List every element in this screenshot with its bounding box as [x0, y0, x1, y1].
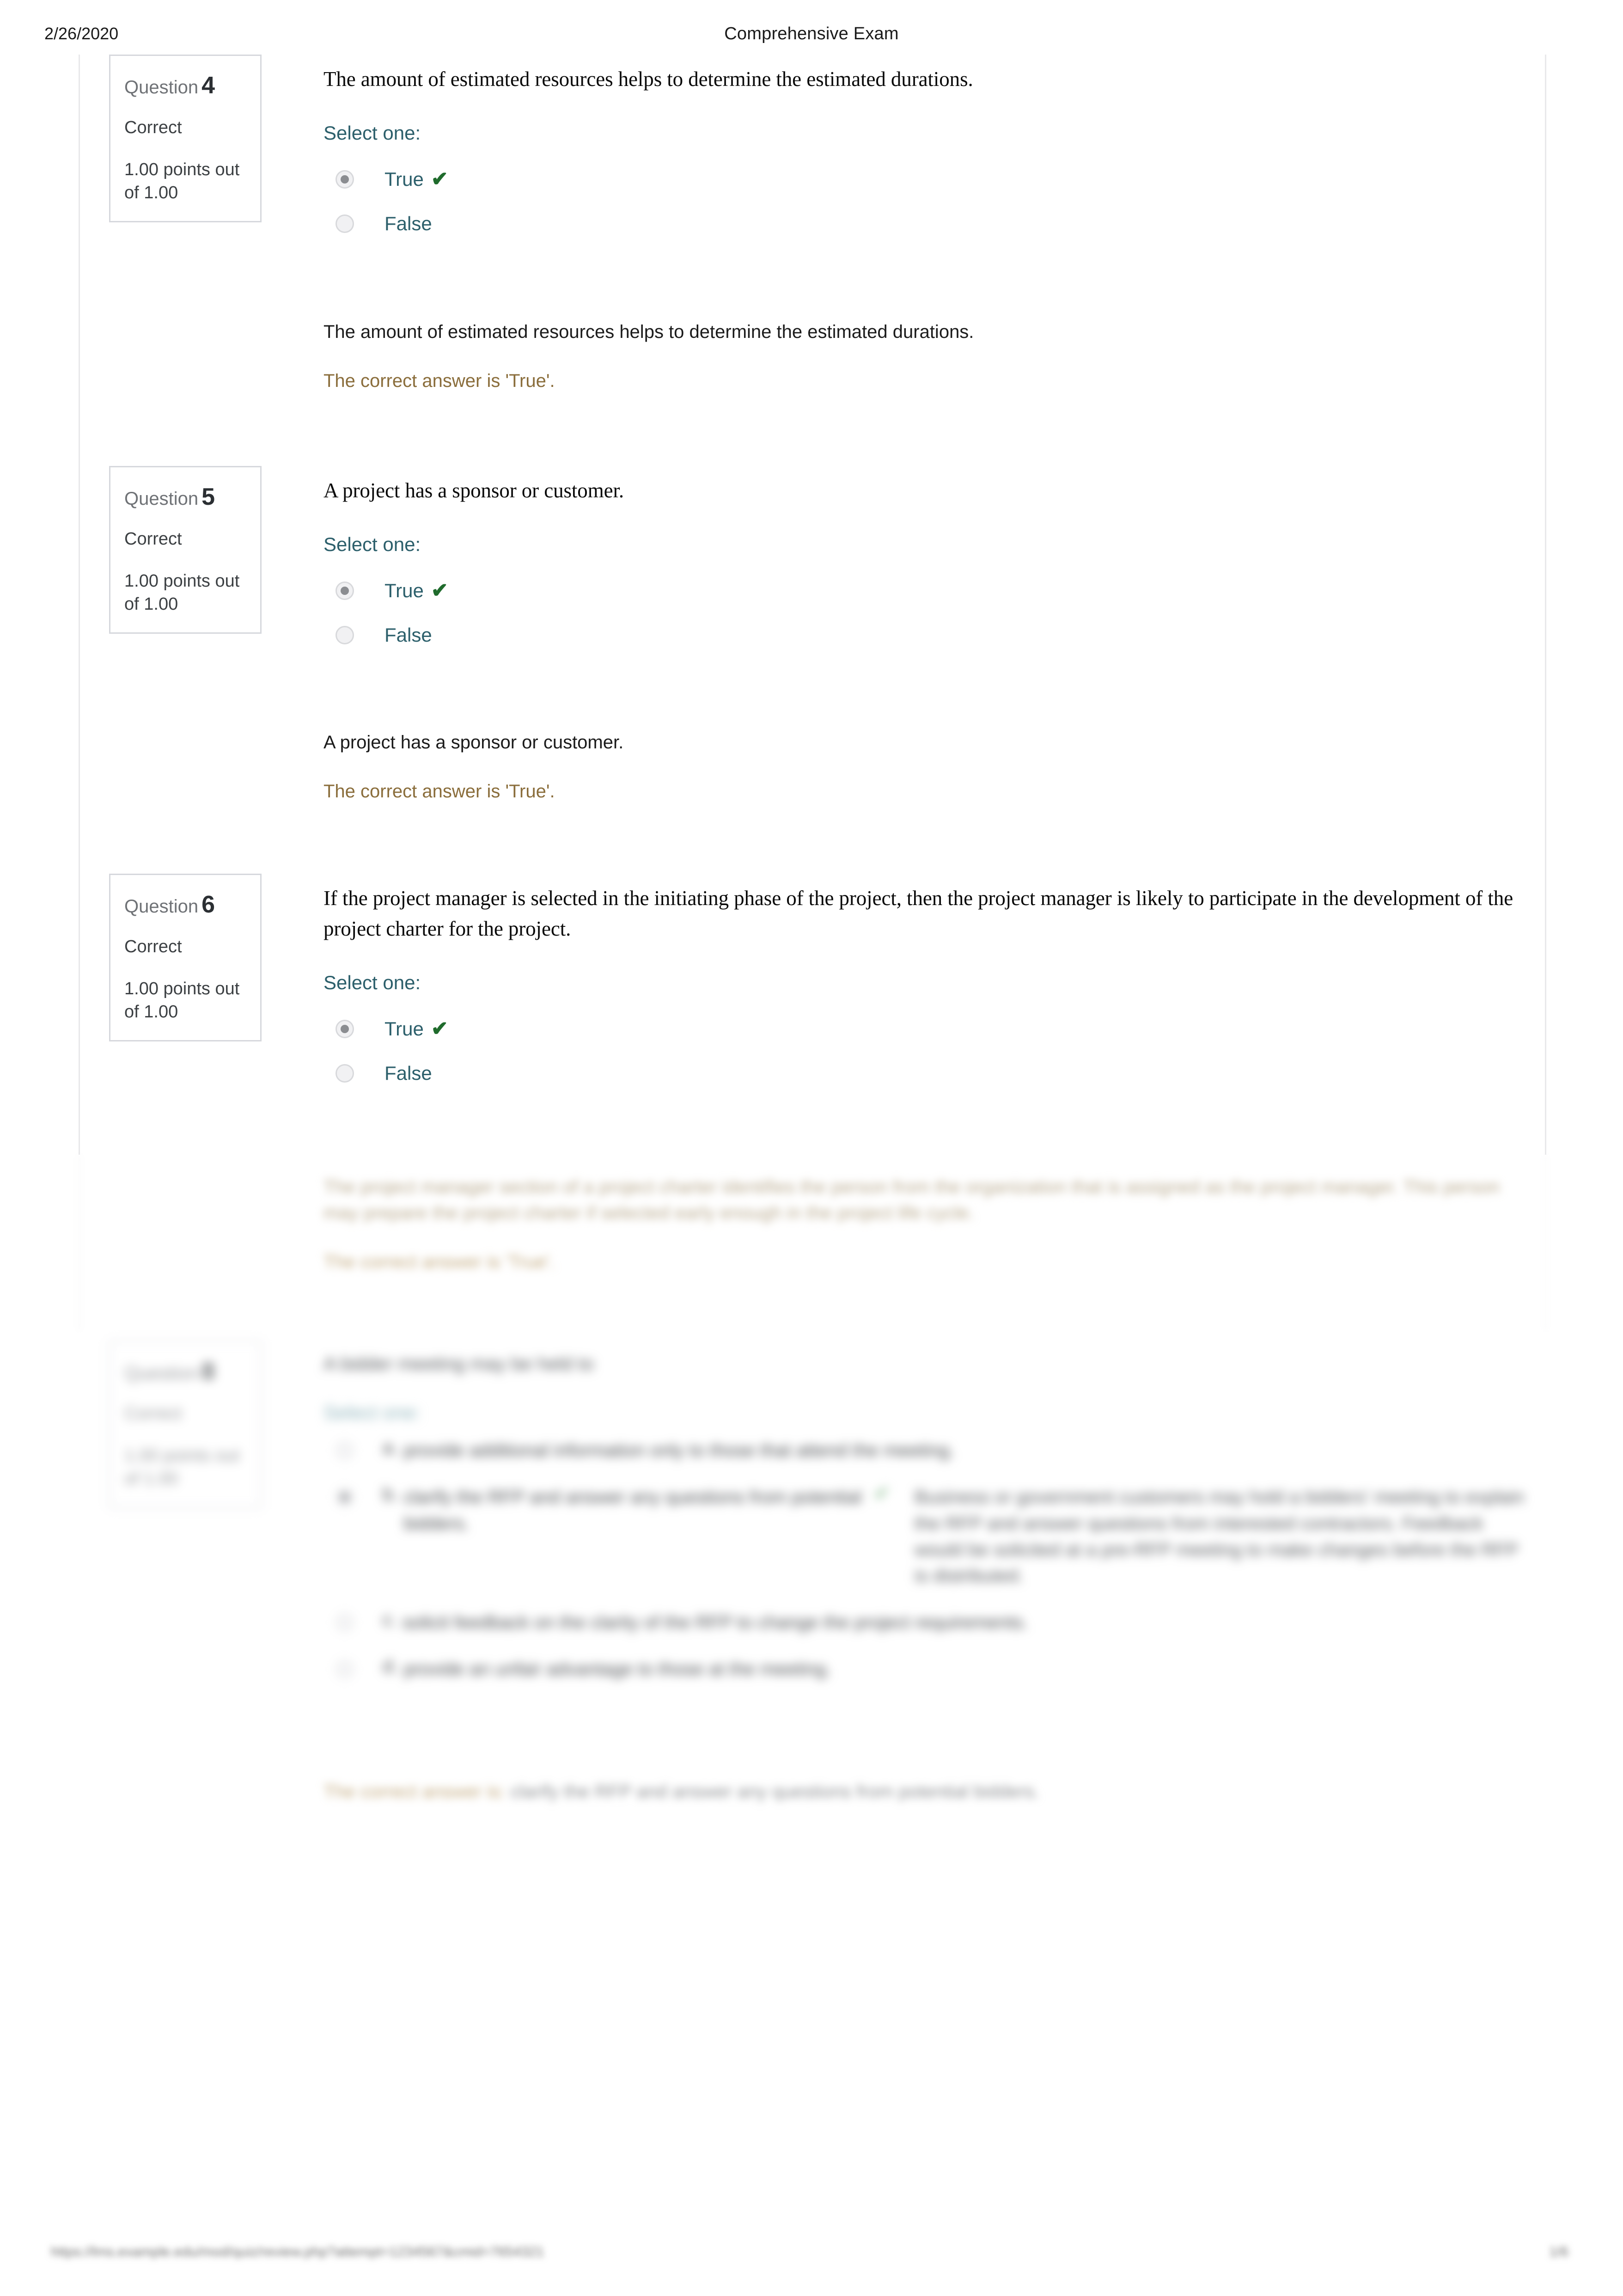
radio-button-false[interactable]: [336, 214, 354, 233]
question-feedback-5: A project has a sponsor or customer. The…: [0, 729, 1623, 804]
question-body: A project has a sponsor or customer. Sel…: [323, 475, 1516, 657]
question-number: Question 8: [124, 1359, 246, 1384]
print-footer: https://lms.example.edu/mod/quiz/review.…: [0, 2244, 1623, 2272]
question-number-label: Question: [124, 1363, 199, 1384]
correct-check-icon: ✔: [431, 168, 448, 191]
question-text: If the project manager is selected in th…: [323, 887, 1513, 941]
question-grade: 1.00 points out of 1.00: [124, 979, 240, 1022]
answer-options: a. provide additional information only t…: [323, 1438, 1524, 1683]
radio-button-option-d[interactable]: [336, 1660, 354, 1679]
question-text: A project has a sponsor or customer.: [323, 479, 624, 502]
radio-button-true[interactable]: [336, 170, 354, 189]
feedback-correct-answer: The correct answer is 'True'.: [323, 781, 555, 802]
question-state: Correct: [124, 118, 182, 137]
radio-button-true[interactable]: [336, 582, 354, 600]
question-grade: 1.00 points out of 1.00: [124, 571, 240, 614]
question-state: Correct: [124, 937, 182, 956]
answer-option-letter: a.: [383, 1438, 398, 1458]
radio-button-true[interactable]: [336, 1020, 354, 1039]
answer-option-label: True: [384, 168, 424, 190]
question-number: Question 6: [124, 893, 246, 917]
answer-options: True ✔ False: [323, 569, 1516, 657]
feedback-question-text: The project manager section of a project…: [323, 1177, 1500, 1223]
correct-check-icon: ✔: [874, 1483, 890, 1504]
radio-button-false[interactable]: [336, 626, 354, 645]
print-header: 2/26/2020 Comprehensive Exam: [0, 23, 1623, 44]
radio-button-option-c[interactable]: [336, 1613, 354, 1632]
answer-option-label: clarify the RFP and answer any questions…: [403, 1487, 862, 1534]
radio-button-option-a[interactable]: [336, 1441, 354, 1460]
answer-option-letter: b.: [383, 1484, 398, 1505]
question-number-value: 5: [201, 484, 215, 510]
feedback-correct-answer-body: clarify the RFP and answer any questions…: [510, 1782, 1039, 1802]
radio-button-option-b[interactable]: [336, 1488, 354, 1507]
feedback-correct-answer: The correct answer is 'True'.: [323, 1252, 555, 1272]
select-one-label: Select one:: [323, 972, 421, 994]
answer-option[interactable]: True ✔: [323, 157, 1516, 202]
question-info-panel: Question 4 Correct 1.00 points out of 1.0…: [109, 55, 262, 223]
question-feedback-blurred: The correct answer is: clarify the RFP a…: [0, 1779, 1623, 1805]
feedback-correct-answer: The correct answer is 'True'.: [323, 371, 555, 391]
answer-option-label: True: [384, 580, 424, 602]
answer-option-feedback: Business or government customers may hol…: [914, 1487, 1525, 1586]
print-date: 2/26/2020: [44, 24, 119, 43]
answer-option[interactable]: b. clarify the RFP and answer any questi…: [323, 1483, 1524, 1589]
print-title: Comprehensive Exam: [724, 24, 899, 43]
answer-option-label: provide an unfair advantage to those at …: [403, 1659, 831, 1680]
feedback-correct-answer: The correct answer is: clarify the RFP a…: [323, 1779, 1507, 1805]
question-feedback-4: The amount of estimated resources helps …: [0, 319, 1623, 394]
answer-option[interactable]: False: [323, 613, 1516, 657]
select-one-label: Select one:: [323, 122, 421, 144]
question-info-panel: Question 5 Correct 1.00 points out of 1.0…: [109, 466, 262, 634]
question-body: If the project manager is selected in th…: [323, 883, 1516, 1096]
answer-option-label: False: [384, 1062, 432, 1084]
question-number-value: 8: [201, 1358, 215, 1385]
footer-url: https://lms.example.edu/mod/quiz/review.…: [51, 2244, 544, 2259]
question-number-label: Question: [124, 896, 199, 917]
question-state: Correct: [124, 1404, 182, 1423]
select-one-label: Select one:: [323, 533, 421, 556]
answer-option[interactable]: False: [323, 1051, 1516, 1096]
answer-option[interactable]: a. provide additional information only t…: [323, 1438, 1516, 1464]
answer-option-label: False: [384, 213, 432, 235]
feedback-question-text: The amount of estimated resources helps …: [323, 322, 974, 342]
question-grade: 1.00 points out of 1.00: [124, 160, 240, 203]
select-one-label: Select one:: [323, 1402, 421, 1424]
feedback-correct-answer-prefix: The correct answer is:: [323, 1782, 506, 1802]
answer-option[interactable]: True ✔: [323, 1007, 1516, 1051]
answer-option-letter: d.: [383, 1656, 398, 1677]
question-number: Question 4: [124, 73, 246, 98]
feedback-question-text: A project has a sponsor or customer.: [323, 732, 624, 753]
answer-option[interactable]: True ✔: [323, 569, 1516, 613]
question-text: A bidder meeting may be held to: [323, 1353, 594, 1374]
radio-button-false[interactable]: [336, 1064, 354, 1083]
answer-option-letter: c.: [383, 1610, 397, 1630]
correct-check-icon: ✔: [431, 579, 448, 602]
answer-option[interactable]: d. provide an unfair advantage to those …: [323, 1656, 1516, 1683]
footer-page-number: 1/6: [1549, 2244, 1568, 2259]
answer-option[interactable]: c. solicit feedback on the clarity of th…: [323, 1610, 1516, 1636]
question-body: A bidder meeting may be held to Select o…: [323, 1350, 1524, 1703]
question-state: Correct: [124, 529, 182, 549]
question-info-panel: Question 6 Correct 1.00 points out of 1.0…: [109, 874, 262, 1042]
question-number: Question 5: [124, 485, 246, 509]
answer-option-label: provide additional information only to t…: [403, 1440, 955, 1461]
answer-options: True ✔ False: [323, 157, 1516, 246]
question-number-label: Question: [124, 489, 199, 509]
question-text: The amount of estimated resources helps …: [323, 67, 973, 91]
answer-option-label: True: [384, 1018, 424, 1040]
answer-options: True ✔ False: [323, 1007, 1516, 1096]
question-number-value: 6: [201, 891, 215, 918]
question-grade: 1.00 points out of 1.00: [124, 1446, 240, 1489]
question-number-value: 4: [201, 72, 215, 99]
answer-option[interactable]: False: [323, 202, 1516, 246]
answer-option-label: False: [384, 624, 432, 646]
question-number-label: Question: [124, 77, 199, 98]
answer-option-label: solicit feedback on the clarity of the R…: [403, 1612, 1028, 1633]
question-info-panel: Question 8 Correct 1.00 points out of 1.0…: [109, 1341, 262, 1509]
correct-check-icon: ✔: [431, 1017, 448, 1041]
question-feedback-6: The project manager section of a project…: [0, 1174, 1623, 1275]
question-body: The amount of estimated resources helps …: [323, 64, 1516, 246]
